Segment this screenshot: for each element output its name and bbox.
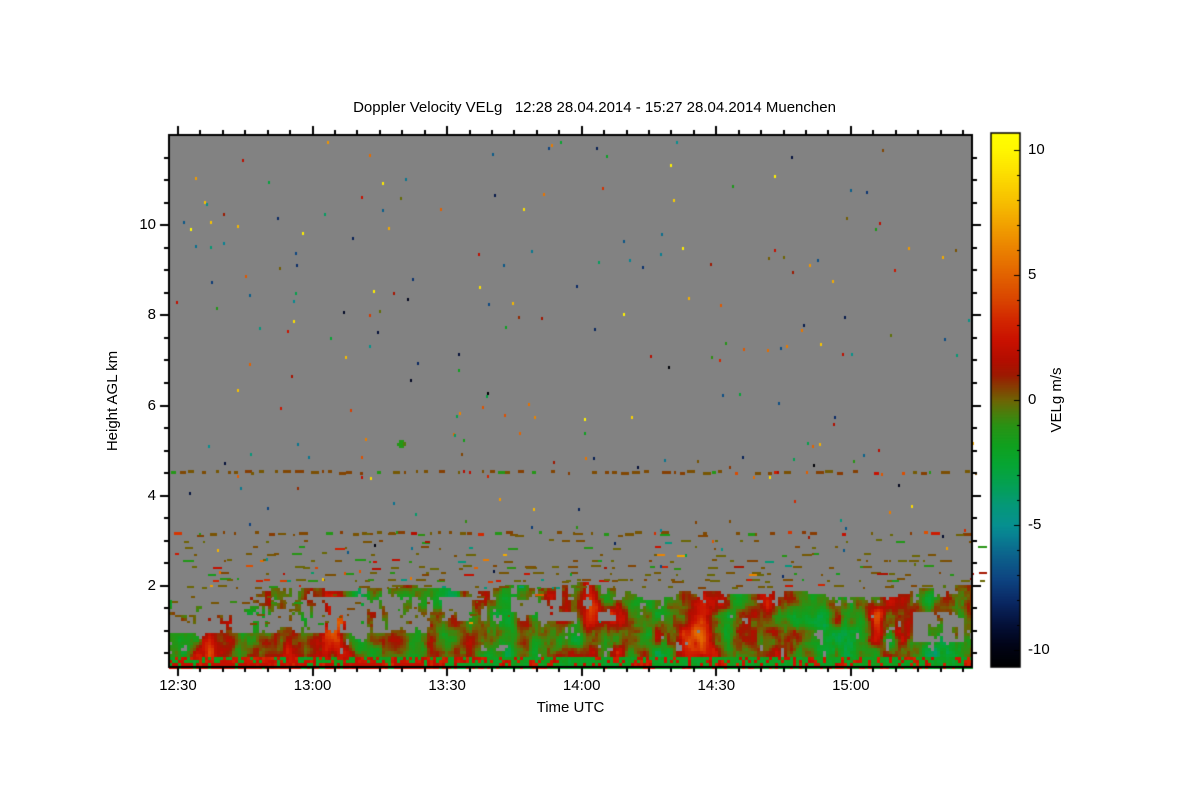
- x-tick-label: 14:00: [562, 677, 601, 694]
- x-tick-label: 14:30: [697, 677, 736, 694]
- colorbar-tick-label: 10: [1028, 141, 1045, 159]
- y-tick-label: 6: [147, 396, 156, 414]
- y-tick-label: 10: [139, 216, 156, 234]
- x-tick-label: 15:00: [832, 677, 870, 694]
- colorbar-tick-label: 0: [1028, 391, 1037, 408]
- colorbar-tick-label: -10: [1028, 640, 1050, 658]
- plot-title: Doppler Velocity VELg 12:28 28.04.2014 -…: [353, 99, 836, 116]
- x-tick-label: 13:30: [428, 677, 466, 694]
- x-tick-label: 12:30: [159, 677, 197, 694]
- doppler-velocity-figure: Doppler Velocity VELg 12:28 28.04.2014 -…: [0, 0, 1200, 800]
- x-tick-label: 13:00: [293, 677, 332, 694]
- colorbar-tick-label: 5: [1028, 266, 1037, 284]
- y-tick-label: 2: [147, 576, 156, 594]
- y-tick-label: 4: [147, 486, 156, 504]
- y-tick-label: 8: [147, 306, 156, 324]
- colorbar-tick-label: -5: [1028, 515, 1042, 533]
- x-axis-label: Time UTC: [536, 699, 605, 716]
